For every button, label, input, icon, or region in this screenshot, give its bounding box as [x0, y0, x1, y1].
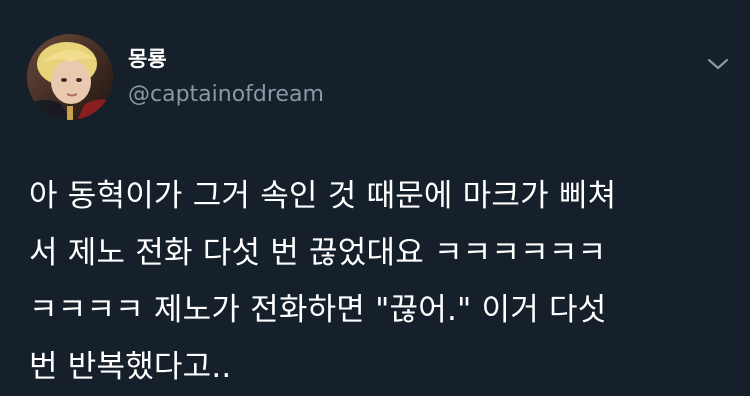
avatar-image [27, 34, 113, 120]
tweet-text-line: ㅋㅋㅋㅋ 제노가 전화하면 "끊어." 이거 다섯 [29, 292, 607, 328]
tweet-text-line: 아 동혁이가 그거 속인 것 때문에 마크가 삐쳐 [29, 178, 617, 214]
tweet-text: 아 동혁이가 그거 속인 것 때문에 마크가 삐쳐 서 제노 전화 다섯 번 끊… [29, 168, 729, 396]
tweet: 몽룡 @captainofdream 아 동혁이가 그거 속인 것 때문에 마크… [0, 0, 750, 395]
avatar[interactable] [27, 34, 113, 120]
chevron-down-icon[interactable] [703, 54, 733, 74]
tweet-text-line: 서 제노 전화 다섯 번 끊었대요 ㅋㅋㅋㅋㅋㅋ [29, 235, 607, 271]
username-handle[interactable]: @captainofdream [128, 82, 324, 108]
display-name[interactable]: 몽룡 [128, 46, 167, 72]
tweet-text-line: 번 반복했다고.. [29, 349, 232, 385]
